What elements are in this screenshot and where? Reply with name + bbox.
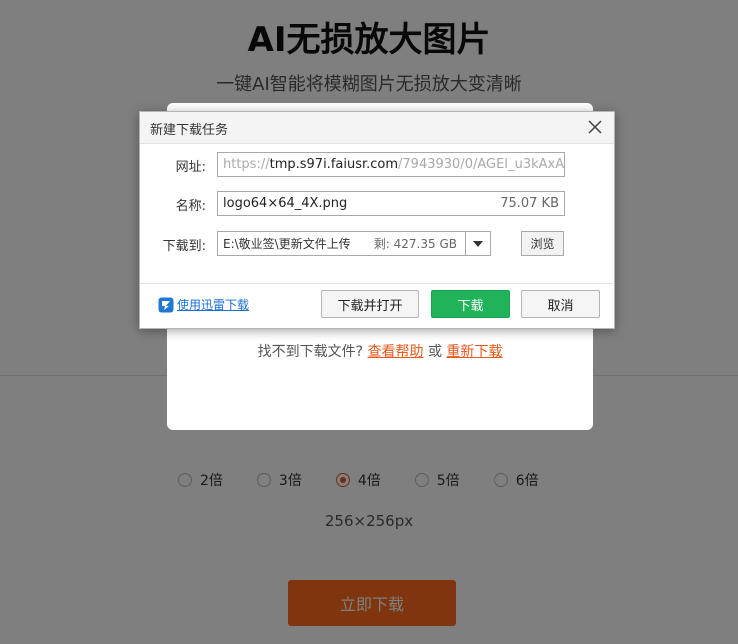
save-path-field[interactable]: E:\敬业签\更新文件上传 剩: 427.35 GB [217,231,491,256]
url-row: 网址: https:// tmp.s97i.faiusr.com /794393… [140,152,614,177]
url-host: tmp.s97i.faiusr.com [269,157,399,172]
redownload-link[interactable]: 重新下载 [446,344,502,360]
xunlei-icon [158,297,174,312]
free-space: 剩: 427.35 GB [373,237,457,251]
download-button[interactable]: 下载 [431,290,510,318]
download-help-text: 找不到下载文件? 查看帮助 或 重新下载 [167,341,593,361]
use-xunlei-label: 使用迅雷下载 [177,298,250,312]
filename-field[interactable]: logo64×64_4X.png 75.07 KB [217,191,565,216]
dropdown-arrow-icon [473,240,483,247]
dialog-divider [140,283,614,284]
dialog-titlebar[interactable]: 新建下载任务 [140,112,614,144]
cancel-button[interactable]: 取消 [521,290,600,318]
url-label: 网址: [175,160,206,175]
file-size: 75.07 KB [500,196,559,211]
url-prefix: https:// [223,157,270,172]
save-path-value: E:\敬业签\更新文件上传 [223,237,351,251]
or-text: 或 [427,344,442,360]
name-row: 名称: logo64×64_4X.png 75.07 KB [140,191,614,216]
name-label: 名称: [175,199,206,214]
url-field[interactable]: https:// tmp.s97i.faiusr.com /7943930/0/… [217,152,565,177]
close-icon[interactable] [586,118,604,136]
new-download-dialog: 新建下载任务 网址: https:// tmp.s97i.faiusr.com … [139,111,615,329]
not-found-prompt: 找不到下载文件? [257,344,364,360]
download-and-open-button[interactable]: 下载并打开 [321,290,419,318]
view-help-link[interactable]: 查看帮助 [367,344,423,360]
browse-button[interactable]: 浏览 [521,231,564,256]
dialog-title: 新建下载任务 [150,123,229,138]
path-dropdown-button[interactable] [465,232,490,255]
url-path: /7943930/0/AGEI_u3kAxAEGAEg [398,157,565,172]
save-to-label: 下载到: [162,239,206,254]
filename-value: logo64×64_4X.png [223,196,348,211]
use-xunlei-link[interactable]: 使用迅雷下载 [158,296,249,313]
save-path-row: 下载到: E:\敬业签\更新文件上传 剩: 427.35 GB 浏览 [140,231,614,256]
